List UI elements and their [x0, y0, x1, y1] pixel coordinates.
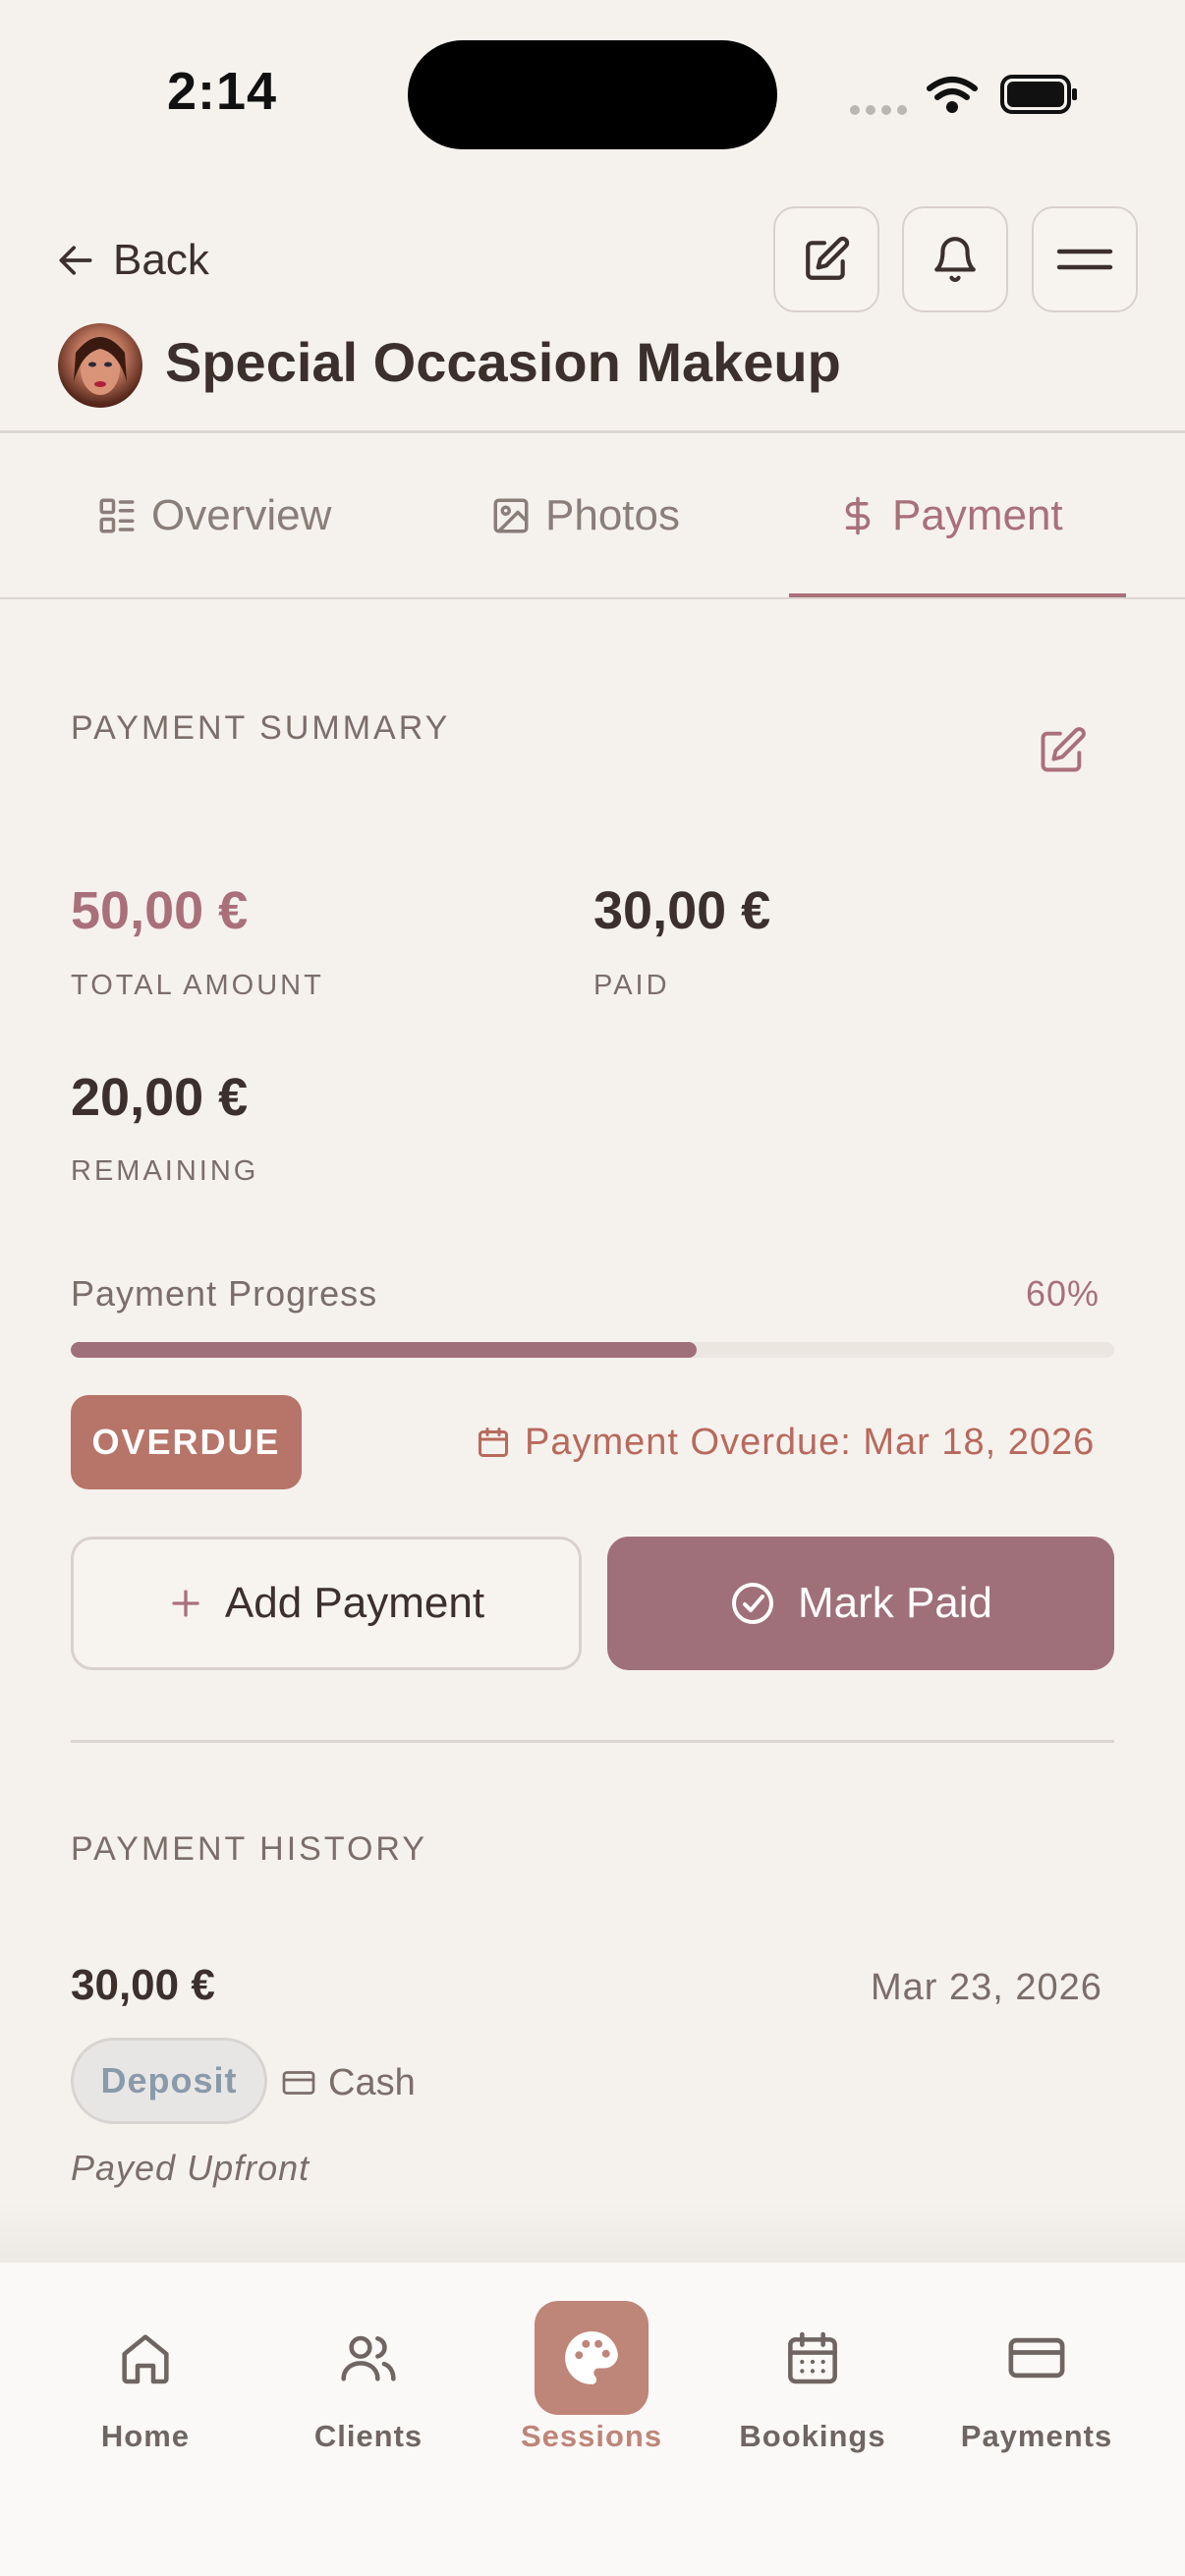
palette-icon [565, 2331, 618, 2384]
tab-payment[interactable]: Payment [837, 481, 1063, 550]
back-label: Back [113, 236, 209, 284]
paid-amount-value: 30,00 € [593, 881, 771, 940]
payment-progress-percent: 60% [1026, 1273, 1100, 1314]
nav-item-bookings[interactable]: Bookings [714, 2301, 911, 2458]
nav-payments-label: Payments [960, 2419, 1113, 2453]
home-icon [122, 2334, 169, 2384]
nav-sessions-icon-wrap [535, 2301, 649, 2415]
tab-overview[interactable]: Overview [96, 481, 331, 550]
history-item-date: Mar 23, 2026 [871, 1967, 1102, 2008]
nav-shadow [0, 2201, 1185, 2264]
back-button[interactable]: Back [54, 232, 209, 289]
tab-photos[interactable]: Photos [490, 481, 680, 550]
plus-icon [172, 1590, 199, 1617]
payment-summary-heading: PAYMENT SUMMARY [71, 709, 451, 747]
status-badge: OVERDUE [71, 1395, 302, 1489]
menu-icon [1056, 249, 1113, 270]
tab-overview-label: Overview [151, 491, 332, 539]
menu-button[interactable] [1032, 206, 1138, 312]
section-divider [71, 1740, 1114, 1743]
total-amount-label: TOTAL AMOUNT [71, 970, 324, 1001]
edit-payment-button[interactable] [1037, 725, 1088, 776]
nav-clients-icon-wrap [311, 2301, 425, 2415]
remaining-amount-label: REMAINING [71, 1155, 259, 1187]
overview-icon [99, 498, 135, 533]
payment-type-badge: Deposit [71, 2038, 267, 2124]
payment-method-label: Cash [328, 2061, 416, 2103]
signal-wifi-battery-icon [850, 75, 1077, 115]
payment-progress-fill [71, 1342, 698, 1358]
nav-home-icon-wrap [88, 2301, 202, 2415]
mark-paid-label: Mark Paid [797, 1579, 993, 1627]
check-circle-icon [731, 1583, 773, 1624]
edit-button[interactable] [773, 206, 879, 312]
nav-item-clients[interactable]: Clients [270, 2301, 467, 2458]
active-tab-indicator [789, 593, 1126, 597]
remaining-amount-value: 20,00 € [71, 1068, 249, 1127]
history-item-note: Payed Upfront [71, 2148, 310, 2188]
header-divider [0, 430, 1185, 433]
nav-item-payments[interactable]: Payments [938, 2301, 1135, 2458]
nav-item-sessions[interactable]: Sessions [493, 2301, 690, 2458]
avatar-face-image [74, 337, 127, 395]
payment-progress-label: Payment Progress [71, 1273, 378, 1314]
notifications-button[interactable] [902, 206, 1008, 312]
bell-icon [934, 237, 976, 282]
nav-home-label: Home [100, 2419, 191, 2453]
tab-photos-label: Photos [545, 491, 680, 539]
edit-icon [1041, 727, 1086, 772]
overdue-notice-text: Payment Overdue: Mar 18, 2026 [525, 1421, 1096, 1463]
add-payment-button[interactable]: Add Payment [71, 1537, 582, 1670]
arrow-left-icon [59, 246, 92, 275]
total-amount-value: 50,00 € [71, 881, 249, 940]
payment-method: Cash [281, 2055, 416, 2110]
avatar [58, 323, 142, 408]
nav-clients-label: Clients [313, 2419, 423, 2453]
nav-bookings-label: Bookings [739, 2419, 886, 2453]
nav-sessions-label: Sessions [520, 2419, 663, 2453]
payment-history-heading: PAYMENT HISTORY [71, 1830, 428, 1868]
nav-payments-icon-wrap [980, 2301, 1094, 2415]
nav-bookings-icon-wrap [756, 2301, 870, 2415]
history-item-amount: 30,00 € [71, 1961, 215, 2009]
edit-icon [806, 236, 850, 280]
dynamic-island [408, 40, 777, 149]
payment-progress-bar [71, 1342, 1114, 1358]
calendar-icon [479, 1428, 508, 1457]
overdue-notice: Payment Overdue: Mar 18, 2026 [476, 1415, 1095, 1470]
photo-icon [493, 498, 529, 533]
status-icons [847, 71, 1083, 120]
users-icon [341, 2335, 396, 2381]
tabs-divider [0, 597, 1185, 599]
page-title: Special Occasion Makeup [165, 331, 841, 393]
paid-amount-label: PAID [593, 970, 670, 1001]
nav-item-home[interactable]: Home [47, 2301, 244, 2458]
calendar-icon [788, 2331, 837, 2384]
credit-card-icon [282, 2071, 315, 2095]
mark-paid-button[interactable]: Mark Paid [607, 1537, 1114, 1670]
dollar-icon [845, 496, 871, 535]
status-time: 2:14 [167, 62, 278, 121]
credit-card-icon [1008, 2337, 1065, 2379]
tab-payment-label: Payment [892, 491, 1063, 539]
add-payment-label: Add Payment [224, 1579, 485, 1627]
